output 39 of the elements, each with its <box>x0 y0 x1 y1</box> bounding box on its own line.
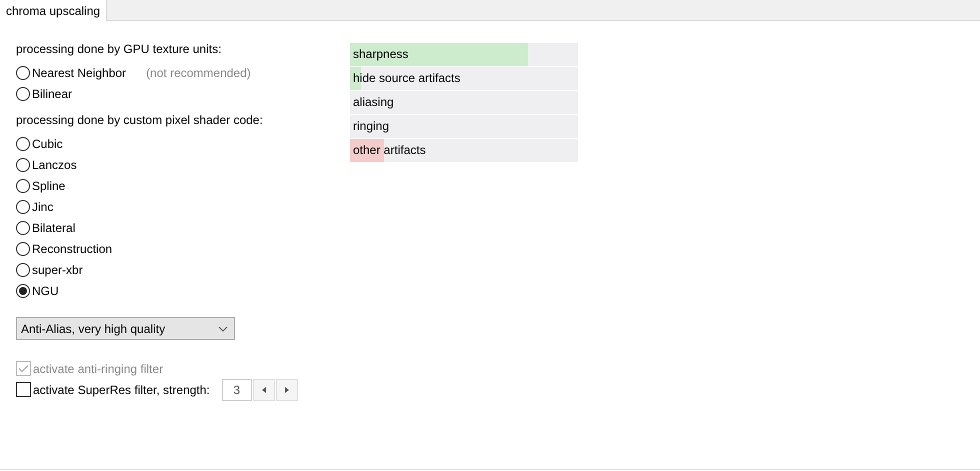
radio-label: super-xbr <box>32 262 83 276</box>
decrease-button[interactable] <box>252 378 275 400</box>
section-heading: processing done by GPU texture units: <box>16 41 222 58</box>
hint-text: (not recommended) <box>146 66 251 80</box>
radio-button[interactable] <box>16 220 30 234</box>
left-triangle-icon <box>262 386 266 392</box>
radio-button[interactable] <box>16 242 30 256</box>
checkbox-label: activate anti-ringing filter <box>33 362 164 376</box>
radio-label: Spline <box>32 178 66 192</box>
checkbox-label: activate SuperRes filter, strength: <box>33 382 210 396</box>
radio-label: Bilinear <box>32 86 72 100</box>
checkbox[interactable] <box>16 382 31 397</box>
radio-label: Lanczos <box>32 158 77 172</box>
meter-label: aliasing <box>352 95 394 109</box>
radio-button[interactable] <box>16 262 30 276</box>
chevron-down-icon <box>218 326 228 332</box>
meter-label: ringing <box>352 119 390 133</box>
radio-label: Nearest Neighbor <box>32 66 126 80</box>
quality-dropdown[interactable]: Anti-Alias, very high quality <box>16 317 235 340</box>
increase-button[interactable] <box>276 378 298 400</box>
meter-label: hide source artifacts <box>352 71 460 85</box>
radio-label: NGU <box>32 284 59 298</box>
tab[interactable]: chroma upscaling <box>0 0 108 22</box>
radio-label: Bilateral <box>32 220 76 234</box>
meter-label: other artifacts <box>352 143 426 157</box>
strength-field[interactable]: 3 <box>222 378 252 400</box>
radio-button[interactable] <box>16 158 30 172</box>
section-heading: processing done by custom pixel shader code: <box>16 112 264 129</box>
radio-label: Jinc <box>32 200 54 214</box>
radio-button[interactable] <box>16 200 30 214</box>
radio-button[interactable] <box>16 66 30 80</box>
radio-button[interactable] <box>16 136 30 150</box>
right-triangle-icon <box>284 386 289 392</box>
radio-label: Cubic <box>32 136 63 150</box>
radio-button[interactable] <box>16 284 30 298</box>
meter-label: sharpness <box>352 47 408 61</box>
radio-button[interactable] <box>16 178 30 192</box>
radio-label: Reconstruction <box>32 242 112 256</box>
radio-button[interactable] <box>16 86 30 100</box>
